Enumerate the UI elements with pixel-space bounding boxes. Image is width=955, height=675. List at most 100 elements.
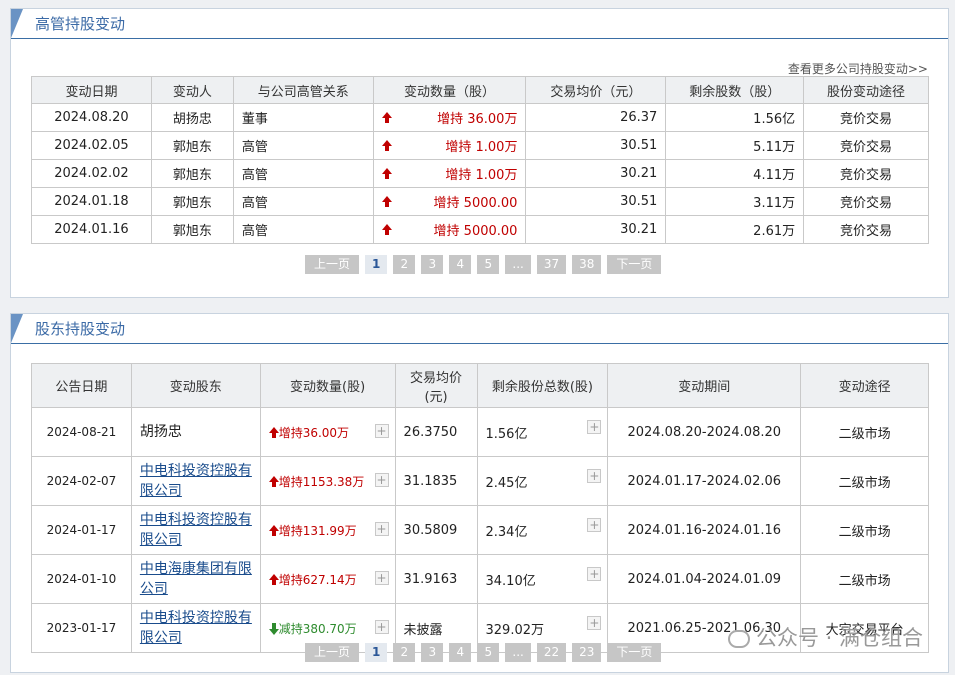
holder-cell: 中电科投资控股有限公司 bbox=[130, 505, 261, 555]
panel-header: 高管持股变动 bbox=[11, 9, 948, 39]
page-button-4[interactable]: 4 bbox=[449, 255, 472, 274]
qty-value: 增持36.00万 bbox=[278, 425, 350, 440]
wechat-icon bbox=[727, 630, 750, 648]
holder-link[interactable]: 中电海康集团有限公司 bbox=[140, 561, 252, 597]
holder-link[interactable]: 中电科投资控股有限公司 bbox=[140, 512, 252, 548]
page-button-23[interactable]: 23 bbox=[572, 643, 602, 662]
qty-value: 增持 1.00万 bbox=[445, 168, 518, 183]
page-button-1[interactable]: 1 bbox=[365, 643, 388, 662]
expand-plus-icon[interactable]: + bbox=[587, 469, 602, 483]
pagination: 上一页 1 2 3 4 5... 37 38 下一页 bbox=[305, 255, 662, 274]
prev-page-button[interactable]: 上一页 bbox=[305, 643, 360, 662]
qty-cell: 增持 5000.00 bbox=[372, 215, 527, 244]
page-button-5[interactable]: 5 bbox=[477, 643, 500, 662]
next-page-button[interactable]: 下一页 bbox=[607, 643, 662, 662]
col-header: 变动数量(股) bbox=[259, 363, 396, 408]
expand-plus-icon[interactable]: + bbox=[587, 567, 602, 581]
table-row: 2024-08-21 胡扬忠 增持36.00万 +26.3750 1.56亿 +2024.… bbox=[31, 407, 929, 457]
relation-cell: 高管 bbox=[232, 131, 374, 160]
date-cell: 2024.01.16 bbox=[31, 215, 152, 244]
watermark-text: 公众号 · 满仓组合 bbox=[755, 626, 923, 650]
page-button-3[interactable]: 3 bbox=[421, 643, 444, 662]
table-row: 2024.02.05 郭旭东 高管 增持 1.00万 30.51 5.11万 竞价交易 bbox=[31, 131, 929, 160]
period-cell: 2024.01.17-2024.02.06 bbox=[607, 456, 802, 506]
qty-value: 增持 5000.00 bbox=[433, 224, 518, 239]
qty-value: 增持627.14万 bbox=[278, 572, 357, 587]
holder-cell: 胡扬忠 bbox=[130, 407, 261, 457]
expand-plus-icon[interactable]: + bbox=[374, 620, 389, 634]
way-cell: 二级市场 bbox=[800, 407, 929, 457]
page-button-38[interactable]: 38 bbox=[572, 255, 602, 274]
remain-value: 1.56亿 bbox=[485, 426, 528, 442]
remain-value: 34.10亿 bbox=[485, 573, 536, 589]
holder-link[interactable]: 中电科投资控股有限公司 bbox=[140, 610, 252, 646]
price-cell: 30.51 bbox=[525, 131, 667, 160]
table-row: 2024-01-17 中电科投资控股有限公司 增持131.99万 +30.5809 2.… bbox=[31, 505, 929, 555]
person-cell: 郭旭东 bbox=[150, 187, 234, 216]
remain-cell: 1.56亿 bbox=[665, 103, 805, 132]
next-page-button[interactable]: 下一页 bbox=[607, 255, 662, 274]
page-button-2[interactable]: 2 bbox=[393, 255, 416, 274]
page-button-3[interactable]: 3 bbox=[421, 255, 444, 274]
expand-plus-icon[interactable]: + bbox=[587, 518, 602, 532]
expand-plus-icon[interactable]: + bbox=[374, 571, 389, 585]
table-row: 2024.02.02 郭旭东 高管 增持 1.00万 30.21 4.11万 竞价交易 bbox=[31, 159, 929, 188]
watermark: 公众号 · 满仓组合 bbox=[727, 622, 923, 652]
expand-plus-icon[interactable]: + bbox=[374, 424, 389, 438]
col-header: 变动股东 bbox=[130, 363, 261, 408]
remain-value: 329.02万 bbox=[485, 622, 545, 638]
expand-plus-icon[interactable]: + bbox=[587, 420, 602, 434]
qty-value: 增持1153.38万 bbox=[278, 474, 365, 489]
col-header: 股份变动途径 bbox=[803, 76, 929, 104]
qty-value: 增持 5000.00 bbox=[433, 196, 518, 211]
date-cell: 2024-02-07 bbox=[31, 456, 132, 506]
expand-plus-icon[interactable]: + bbox=[374, 522, 389, 536]
arrow-up-icon bbox=[268, 574, 279, 586]
executive-holding-table: 变动日期 变动人 与公司高管关系 变动数量（股） 交易均价（元） 剩余股数（股）… bbox=[31, 76, 929, 244]
page-button-5[interactable]: 5 bbox=[477, 255, 500, 274]
holder-name: 胡扬忠 bbox=[139, 424, 182, 440]
page-button-1[interactable]: 1 bbox=[365, 255, 388, 274]
table-row: 2024.01.16 郭旭东 高管 增持 5000.00 30.21 2.61万 竞价交易 bbox=[31, 215, 929, 244]
pagination: 上一页 1 2 3 4 5... 22 23 下一页 bbox=[305, 643, 662, 662]
remain-cell: 5.11万 bbox=[665, 131, 805, 160]
period-cell: 2024.01.04-2024.01.09 bbox=[607, 554, 802, 604]
page-ellipsis: ... bbox=[505, 643, 531, 662]
expand-plus-icon[interactable]: + bbox=[587, 616, 602, 630]
date-cell: 2023-01-17 bbox=[31, 603, 132, 653]
price-cell: 26.3750 bbox=[394, 407, 478, 457]
qty-value: 增持 36.00万 bbox=[437, 112, 518, 127]
arrow-up-icon bbox=[381, 196, 392, 208]
expand-plus-icon[interactable]: + bbox=[374, 473, 389, 487]
period-cell: 2024.01.16-2024.01.16 bbox=[607, 505, 802, 555]
col-header: 变动途径 bbox=[800, 363, 929, 408]
price-cell: 30.21 bbox=[525, 159, 667, 188]
more-holding-link[interactable]: 查看更多公司持股变动>> bbox=[788, 60, 928, 77]
page-button-22[interactable]: 22 bbox=[536, 643, 567, 662]
page-button-37[interactable]: 37 bbox=[536, 255, 567, 274]
holder-link[interactable]: 中电科投资控股有限公司 bbox=[140, 463, 252, 499]
arrow-up-icon bbox=[381, 224, 392, 236]
date-cell: 2024.01.18 bbox=[31, 187, 152, 216]
way-cell: 竞价交易 bbox=[803, 215, 929, 244]
table-row: 2024.01.18 郭旭东 高管 增持 5000.00 30.51 3.11万 竞价交易 bbox=[31, 187, 929, 216]
holder-cell: 中电海康集团有限公司 bbox=[130, 554, 261, 604]
arrow-up-icon bbox=[268, 525, 279, 537]
qty-cell: 增持 5000.00 bbox=[372, 187, 527, 216]
col-header: 变动日期 bbox=[31, 76, 152, 104]
page-button-4[interactable]: 4 bbox=[449, 643, 472, 662]
date-cell: 2024.08.20 bbox=[31, 103, 152, 132]
holder-cell: 中电科投资控股有限公司 bbox=[130, 603, 261, 653]
col-header: 变动人 bbox=[150, 76, 234, 104]
page-button-2[interactable]: 2 bbox=[393, 643, 416, 662]
arrow-up-icon bbox=[381, 140, 392, 152]
holder-cell: 中电科投资控股有限公司 bbox=[130, 456, 261, 506]
remain-cell: 34.10亿 + bbox=[476, 554, 609, 604]
prev-page-button[interactable]: 上一页 bbox=[305, 255, 360, 274]
remain-cell: 2.45亿 + bbox=[476, 456, 609, 506]
table-row: 2024.08.20 胡扬忠 董事 增持 36.00万 26.37 1.56亿 竞价交易 bbox=[31, 103, 929, 132]
arrow-up-icon bbox=[381, 112, 392, 124]
table-header-row: 变动日期 变动人 与公司高管关系 变动数量（股） 交易均价（元） 剩余股数（股）… bbox=[31, 76, 929, 104]
arrow-up-icon bbox=[268, 427, 279, 439]
person-cell: 郭旭东 bbox=[150, 131, 234, 160]
